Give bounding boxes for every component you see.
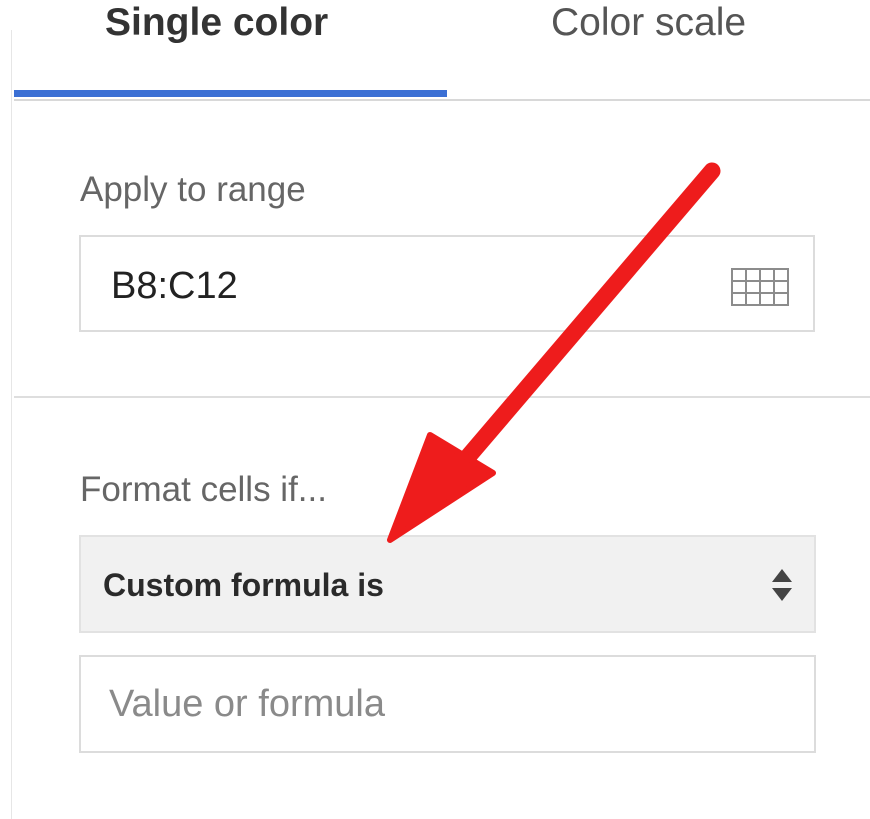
condition-selected-value: Custom formula is — [103, 567, 384, 603]
range-input[interactable]: B8:C12 — [79, 235, 815, 332]
format-tabs: Single color Color scale — [14, 0, 870, 101]
apply-to-range-label: Apply to range — [80, 170, 306, 209]
tabs-divider — [14, 99, 870, 101]
conditional-format-panel: Single color Color scale Apply to range … — [0, 0, 870, 819]
panel-left-border — [11, 30, 12, 819]
tab-color-scale-label: Color scale — [551, 1, 747, 44]
tab-color-scale[interactable]: Color scale — [447, 0, 870, 98]
updown-arrows-icon — [772, 569, 792, 601]
range-value: B8:C12 — [111, 265, 238, 307]
section-divider — [14, 396, 870, 398]
active-tab-indicator — [14, 90, 447, 97]
grid-select-icon[interactable] — [731, 268, 789, 306]
format-cells-if-label: Format cells if... — [80, 470, 327, 509]
tab-single-color[interactable]: Single color — [14, 0, 447, 98]
value-or-formula-input[interactable] — [79, 655, 816, 753]
tab-single-color-label: Single color — [105, 1, 329, 44]
condition-dropdown[interactable]: Custom formula is — [79, 535, 816, 633]
